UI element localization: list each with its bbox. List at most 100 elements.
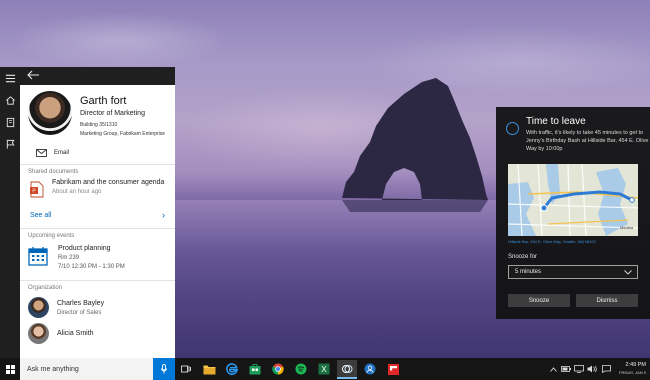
edge-button[interactable]	[224, 361, 240, 377]
email-label: Email	[54, 150, 70, 156]
notification-body: With traffic, it's likely to take 45 min…	[526, 130, 649, 152]
start-button[interactable]	[0, 358, 20, 380]
home-icon	[5, 95, 15, 105]
cortana-search-box[interactable]: Ask me anything	[20, 358, 175, 380]
microphone-button[interactable]	[153, 358, 175, 380]
flipboard-icon	[387, 363, 399, 375]
map-graphic: Medina	[508, 164, 638, 236]
volume-button[interactable]	[587, 364, 597, 374]
org-person-item[interactable]: Alicia Smith	[28, 323, 175, 344]
person-title: Director of Sales	[57, 309, 102, 316]
volume-icon	[587, 365, 597, 373]
calendar-icon	[28, 247, 48, 266]
cortana-panel: Garth fort Director of Marketing Buildin…	[20, 67, 175, 358]
clock-time: 2:49 PM	[625, 362, 646, 368]
file-explorer-icon	[203, 365, 215, 374]
excel-button[interactable]: X	[316, 361, 332, 377]
notebook-button[interactable]	[0, 111, 20, 133]
powerpoint-doc-icon: P	[30, 181, 44, 198]
document-title: Fabrikam and the consumer agenda	[52, 179, 165, 186]
notebook-icon	[6, 117, 14, 127]
snooze-duration-select[interactable]: 5 minutes	[508, 265, 638, 279]
see-all-link[interactable]: See all ›	[30, 210, 165, 220]
chrome-button[interactable]	[270, 361, 286, 377]
store-icon	[249, 364, 261, 375]
divider	[20, 280, 175, 281]
rock-arch-image	[342, 78, 488, 212]
cortana-ring-icon	[506, 122, 519, 135]
person-name: Alicia Smith	[57, 330, 94, 337]
cortana-app-button[interactable]	[337, 360, 357, 379]
search-placeholder: Ask me anything	[27, 365, 79, 373]
chevron-down-icon	[624, 269, 632, 275]
contact-group: Marketing Group, Fabrikam Enterprise	[80, 131, 166, 137]
email-icon	[36, 149, 47, 157]
event-room: Rm 239	[58, 255, 80, 261]
divider	[20, 164, 175, 165]
event-item[interactable]: Product planning Rm 239 7/10 12:30 PM - …	[28, 245, 175, 270]
shared-documents-label: Shared documents	[28, 169, 79, 175]
snooze-label: Snooze for	[508, 254, 538, 260]
network-icon	[574, 365, 584, 373]
action-center-icon	[601, 365, 611, 373]
chevron-right-icon: ›	[162, 210, 165, 220]
taskbar-clock[interactable]: 2:49 PM FRIDAY, JAN 9	[616, 362, 646, 375]
person-avatar	[28, 297, 49, 318]
cortana-icon	[342, 364, 353, 373]
taskbar: Ask me anything X 2:49 PM FRIDAY, JAN 9	[0, 358, 650, 380]
store-button[interactable]	[247, 361, 263, 377]
people-button[interactable]	[362, 361, 378, 377]
cortana-nav-strip	[0, 67, 20, 358]
panel-header	[20, 67, 175, 85]
spotify-button[interactable]	[293, 361, 309, 377]
shared-document-item[interactable]: P Fabrikam and the consumer agenda About…	[30, 179, 175, 198]
email-action[interactable]: Email	[36, 149, 175, 157]
notification-title: Time to leave	[526, 116, 586, 127]
chevron-up-icon	[549, 366, 557, 372]
contact-card: Garth fort Director of Marketing Buildin…	[20, 85, 175, 137]
windows-logo-icon	[5, 364, 15, 374]
destination-address-link[interactable]: Hillside Bar, 454 E. Olive Way, Seattle,…	[508, 239, 596, 244]
feedback-icon	[6, 139, 15, 149]
contact-title: Director of Marketing	[80, 110, 145, 117]
dismiss-button[interactable]: Dismiss	[576, 294, 638, 307]
hamburger-icon	[5, 74, 15, 82]
org-person-item[interactable]: Charles Bayley Director of Sales	[28, 297, 175, 318]
notification-tray-button[interactable]	[548, 364, 558, 374]
document-time: About an hour ago	[52, 189, 102, 195]
svg-text:X: X	[321, 365, 327, 374]
back-button[interactable]	[26, 67, 40, 85]
network-button[interactable]	[574, 364, 584, 374]
spotify-icon	[295, 363, 307, 375]
battery-button[interactable]	[561, 364, 571, 374]
contact-building: Building 35/1310	[80, 122, 118, 128]
action-center-button[interactable]	[601, 364, 611, 374]
time-to-leave-notification: Time to leave With traffic, it's likely …	[496, 107, 650, 319]
route-map[interactable]: Medina	[508, 164, 638, 236]
event-time: 7/10 12:30 PM - 1:30 PM	[58, 264, 125, 270]
feedback-button[interactable]	[0, 133, 20, 155]
clock-date: FRIDAY, JAN 9	[619, 370, 646, 375]
contact-name: Garth fort	[80, 95, 127, 107]
excel-icon: X	[318, 363, 330, 375]
file-explorer-button[interactable]	[201, 361, 217, 377]
task-view-button[interactable]	[178, 361, 194, 377]
contact-avatar	[28, 91, 72, 135]
person-name: Charles Bayley	[57, 299, 105, 307]
person-avatar	[28, 323, 49, 344]
map-label-medina: Medina	[620, 225, 634, 230]
chrome-icon	[272, 363, 284, 375]
flipboard-button[interactable]	[385, 361, 401, 377]
snooze-button[interactable]: Snooze	[508, 294, 570, 307]
people-icon	[364, 363, 376, 375]
event-title: Product planning	[58, 245, 111, 252]
divider	[20, 228, 175, 229]
microphone-icon	[161, 364, 167, 374]
back-arrow-icon	[27, 70, 39, 80]
battery-icon	[561, 366, 571, 372]
hamburger-menu-button[interactable]	[0, 67, 20, 89]
home-button[interactable]	[0, 89, 20, 111]
organization-label: Organization	[28, 285, 63, 291]
task-view-icon	[181, 365, 191, 373]
upcoming-events-label: Upcoming events	[28, 233, 75, 239]
